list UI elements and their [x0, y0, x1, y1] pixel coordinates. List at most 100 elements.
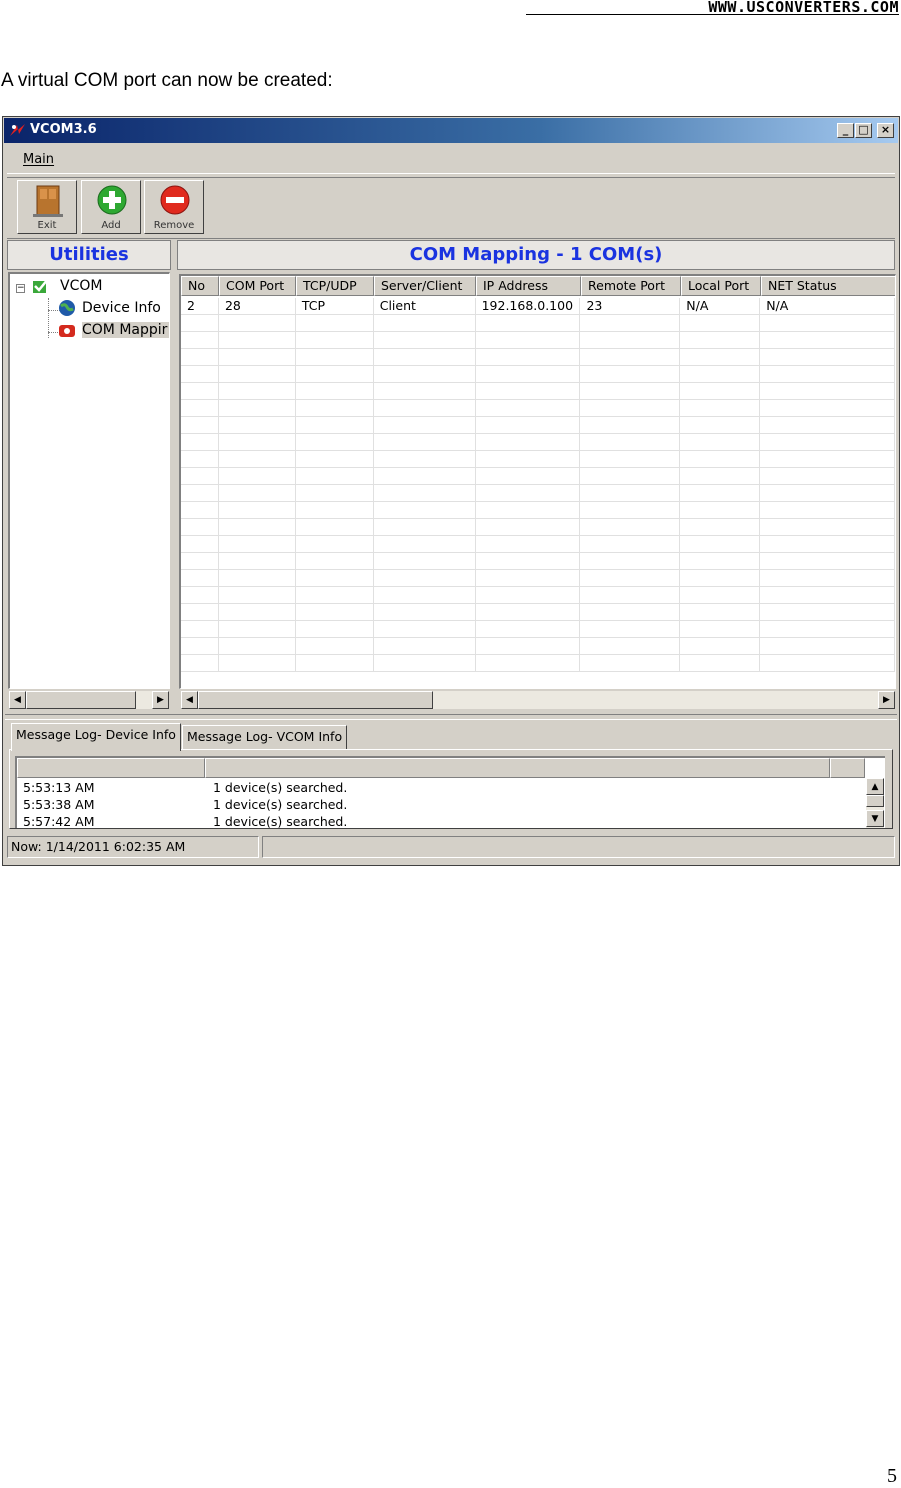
table-cell	[296, 655, 374, 672]
utilities-tree: − VCOM Device Info COM Mappir	[8, 272, 170, 689]
close-button[interactable]: ×	[877, 123, 894, 138]
table-cell	[219, 502, 296, 519]
grid-hscrollbar[interactable]: ◀ ▶	[181, 691, 895, 709]
column-header[interactable]: No	[181, 276, 219, 296]
grid-body: 2 28 TCP Client 192.168.0.100 23 N/A N/A	[181, 298, 895, 688]
table-cell	[760, 383, 895, 400]
table-row[interactable]	[181, 468, 895, 485]
log-column-header[interactable]	[830, 758, 865, 778]
log-time: 5:57:42 AM	[23, 814, 95, 828]
log-entry[interactable]: 5:53:13 AM 1 device(s) searched.	[23, 780, 347, 797]
table-cell	[219, 417, 296, 434]
tree-hscrollbar[interactable]: ◀ ▶	[9, 691, 169, 709]
table-cell	[181, 587, 219, 604]
log-column-header[interactable]	[17, 758, 205, 778]
remove-button[interactable]: Remove	[144, 180, 204, 234]
exit-button[interactable]: Exit	[17, 180, 77, 234]
scroll-right-icon[interactable]: ▶	[878, 691, 895, 709]
table-row[interactable]	[181, 604, 895, 621]
table-row[interactable]	[181, 502, 895, 519]
table-cell	[760, 502, 895, 519]
scroll-down-icon[interactable]: ▼	[866, 810, 884, 827]
table-cell	[580, 417, 681, 434]
table-row[interactable]	[181, 621, 895, 638]
add-label: Add	[101, 220, 121, 231]
tab-message-log-device-info[interactable]: Message Log- Device Info	[11, 723, 181, 751]
tree-item-com-mapping[interactable]: COM Mappir	[58, 320, 169, 340]
table-cell	[580, 519, 681, 536]
table-row[interactable]	[181, 587, 895, 604]
table-cell: Client	[374, 298, 476, 315]
table-cell	[476, 349, 581, 366]
scroll-right-icon[interactable]: ▶	[152, 691, 169, 709]
table-cell	[680, 536, 761, 553]
table-row[interactable]	[181, 553, 895, 570]
scroll-up-icon[interactable]: ▲	[866, 778, 884, 795]
tree-item-vcom[interactable]: VCOM	[32, 276, 169, 296]
table-cell	[680, 315, 761, 332]
scroll-thumb[interactable]	[26, 691, 136, 709]
table-row[interactable]	[181, 400, 895, 417]
table-row[interactable]	[181, 536, 895, 553]
table-cell	[476, 332, 581, 349]
table-row[interactable]	[181, 485, 895, 502]
table-row[interactable]	[181, 434, 895, 451]
table-row[interactable]: 2 28 TCP Client 192.168.0.100 23 N/A N/A	[181, 298, 895, 315]
add-button[interactable]: Add	[81, 180, 141, 234]
table-cell	[680, 451, 761, 468]
table-row[interactable]	[181, 366, 895, 383]
tree-item-device-info[interactable]: Device Info	[58, 298, 169, 318]
scroll-left-icon[interactable]: ◀	[9, 691, 26, 709]
column-header[interactable]: TCP/UDP	[296, 276, 374, 296]
table-cell	[374, 451, 476, 468]
table-row[interactable]	[181, 383, 895, 400]
log-entry[interactable]: 5:57:42 AM 1 device(s) searched.	[23, 814, 347, 828]
table-cell	[296, 587, 374, 604]
tab-message-log-vcom-info[interactable]: Message Log- VCOM Info	[182, 725, 348, 749]
table-cell	[760, 332, 895, 349]
table-cell	[296, 468, 374, 485]
column-header[interactable]: Remote Port	[581, 276, 681, 296]
table-row[interactable]	[181, 349, 895, 366]
table-cell	[760, 587, 895, 604]
table-row[interactable]	[181, 519, 895, 536]
tree-collapse-toggle[interactable]: −	[16, 284, 25, 293]
table-cell	[374, 468, 476, 485]
table-row[interactable]	[181, 570, 895, 587]
table-row[interactable]	[181, 315, 895, 332]
table-cell	[680, 604, 761, 621]
table-cell	[476, 621, 581, 638]
table-cell	[580, 315, 681, 332]
minimize-button[interactable]: _	[837, 123, 854, 138]
scroll-thumb[interactable]	[198, 691, 433, 709]
log-vscrollbar[interactable]: ▲ ▼	[866, 778, 884, 828]
table-row[interactable]	[181, 332, 895, 349]
column-header[interactable]: NET Status	[761, 276, 895, 296]
column-header[interactable]: Local Port	[681, 276, 761, 296]
table-cell	[680, 332, 761, 349]
table-cell	[296, 553, 374, 570]
log-column-header[interactable]	[205, 758, 830, 778]
table-cell	[476, 519, 581, 536]
table-cell	[296, 604, 374, 621]
table-cell	[181, 604, 219, 621]
splitter[interactable]	[5, 714, 897, 720]
title-bar[interactable]: VCOM3.6 _ □ ×	[4, 118, 898, 143]
menu-main[interactable]: Main	[23, 152, 54, 167]
table-row[interactable]	[181, 417, 895, 434]
table-row[interactable]	[181, 451, 895, 468]
table-cell	[296, 366, 374, 383]
scroll-left-icon[interactable]: ◀	[181, 691, 198, 709]
scroll-thumb[interactable]	[866, 795, 884, 807]
table-cell	[296, 536, 374, 553]
table-row[interactable]	[181, 638, 895, 655]
table-cell	[680, 570, 761, 587]
column-header[interactable]: Server/Client	[374, 276, 476, 296]
table-cell	[181, 570, 219, 587]
log-entry[interactable]: 5:53:38 AM 1 device(s) searched.	[23, 797, 347, 814]
table-cell	[296, 383, 374, 400]
table-row[interactable]	[181, 655, 895, 672]
column-header[interactable]: IP Address	[476, 276, 581, 296]
maximize-button[interactable]: □	[855, 123, 872, 138]
column-header[interactable]: COM Port	[219, 276, 296, 296]
